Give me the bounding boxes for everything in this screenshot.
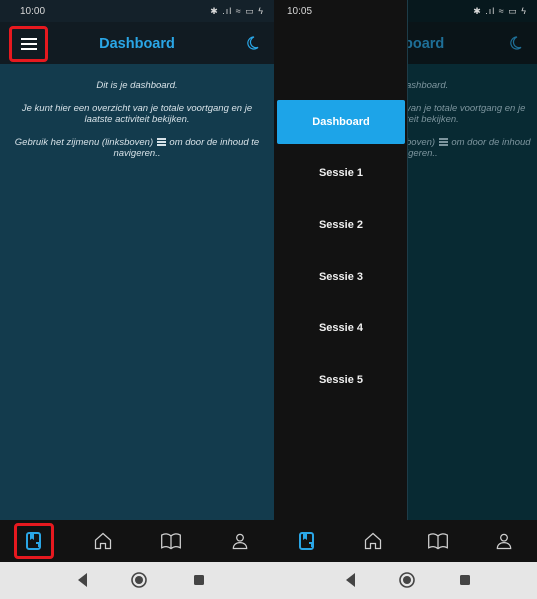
- hamburger-icon: [156, 137, 166, 148]
- recents-icon[interactable]: [458, 571, 472, 589]
- drawer-item-sessie-4[interactable]: Sessie 4: [277, 306, 405, 350]
- nav-profile[interactable]: [484, 523, 524, 559]
- background-title: board: [404, 36, 445, 52]
- status-bar: 10:05 ✱ .ıl ≈ ▭ ϟ: [274, 0, 537, 22]
- status-bar: 10:00 ✱ .ıl ≈ ▭ ϟ: [0, 0, 274, 22]
- status-icons: ✱ .ıl ≈ ▭ ϟ: [473, 5, 527, 16]
- moon-icon[interactable]: [244, 35, 260, 51]
- bg-text-3a: boven): [406, 136, 436, 148]
- hint-text-a: Gebruik het zijmenu (linksboven): [14, 136, 154, 148]
- nav-home[interactable]: [353, 523, 393, 559]
- nav-profile[interactable]: [220, 523, 260, 559]
- profile-icon: [496, 533, 512, 550]
- back-icon[interactable]: [75, 571, 89, 589]
- status-time: 10:05: [287, 5, 313, 17]
- intro-text: Dit is je dashboard.: [96, 80, 178, 91]
- hamburger-icon-line: [20, 48, 37, 50]
- profile-icon: [232, 533, 248, 550]
- drawer-edge: [407, 0, 408, 520]
- bg-text-2a: van je totale voortgang en je: [406, 102, 526, 114]
- book-icon: [428, 533, 449, 550]
- back-icon[interactable]: [343, 571, 357, 589]
- menu-button[interactable]: [9, 26, 48, 62]
- home-circle-icon[interactable]: [398, 571, 416, 589]
- drawer-item-sessie-3[interactable]: Sessie 3: [277, 255, 405, 299]
- nav-book[interactable]: [418, 523, 458, 559]
- overview-text: Je kunt hier een overzicht van je totale…: [21, 102, 253, 126]
- drawer-item-dashboard[interactable]: Dashboard: [277, 100, 405, 144]
- navigation-drawer: Dashboard Sessie 1 Sessie 2 Sessie 3 Ses…: [274, 0, 407, 520]
- bookmark-note-icon: [298, 532, 314, 550]
- drawer-item-sessie-2[interactable]: Sessie 2: [277, 203, 405, 247]
- hamburger-icon: [438, 137, 448, 148]
- nav-bookmark-note[interactable]: [287, 523, 327, 559]
- nav-bookmark-note[interactable]: [14, 523, 55, 559]
- bg-text-2b: teit bekijken.: [406, 114, 459, 125]
- dashboard-content: Dit is je dashboard. Je kunt hier een ov…: [0, 64, 274, 520]
- drawer-item-sessie-1[interactable]: Sessie 1: [277, 151, 405, 195]
- bottom-navigation: [274, 520, 537, 562]
- nav-book[interactable]: [151, 523, 191, 559]
- home-circle-icon[interactable]: [130, 571, 148, 589]
- home-icon: [364, 532, 381, 550]
- home-icon: [94, 532, 111, 550]
- bg-text-3: boven) om door de inhoud: [406, 137, 537, 149]
- bg-text-3c: igeren..: [406, 148, 438, 159]
- book-icon: [161, 533, 182, 550]
- app-bar: Dashboard: [0, 22, 274, 64]
- phone-right: board ashboard. van je totale voortgang …: [274, 0, 537, 562]
- nav-home[interactable]: [83, 523, 123, 559]
- hamburger-icon: [20, 38, 37, 40]
- background-content: ashboard. van je totale voortgang en je …: [406, 64, 537, 520]
- hamburger-icon-line: [20, 43, 37, 45]
- drawer-item-sessie-5[interactable]: Sessie 5: [277, 358, 405, 402]
- moon-icon: [510, 36, 522, 50]
- status-time: 10:00: [20, 5, 46, 17]
- system-navigation-bar: [0, 562, 537, 599]
- bookmark-note-icon: [26, 532, 42, 550]
- screenshot-pair: 10:00 ✱ .ıl ≈ ▭ ϟ Dashboard Dit is je da…: [0, 0, 537, 599]
- bg-text-3b: om door de inhoud: [451, 136, 531, 148]
- navigation-hint: Gebruik het zijmenu (linksboven) om door…: [12, 137, 262, 160]
- recents-icon[interactable]: [192, 571, 206, 589]
- bottom-navigation: [0, 520, 274, 562]
- bg-text-1: ashboard.: [406, 80, 449, 91]
- status-icons: ✱ .ıl ≈ ▭ ϟ: [210, 5, 264, 16]
- phone-left: 10:00 ✱ .ıl ≈ ▭ ϟ Dashboard Dit is je da…: [0, 0, 274, 562]
